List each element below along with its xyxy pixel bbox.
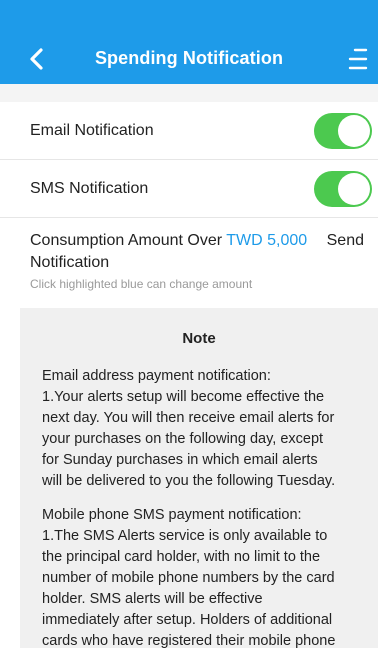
note-panel: Note Email address payment notification:…: [20, 308, 378, 648]
sms-notification-toggle[interactable]: [314, 171, 372, 207]
note-line: for Sunday purchases in which email aler…: [42, 452, 318, 468]
note-line: the principal card holder, with no limit…: [42, 549, 321, 565]
amount-line2: Notification: [30, 254, 110, 271]
email-note-paragraph: Email address payment notification: 1.Yo…: [42, 366, 372, 492]
amount-suffix: Send: [326, 232, 364, 249]
app-header: Spending Notification: [0, 0, 378, 84]
section-divider: [0, 84, 378, 102]
email-notification-toggle[interactable]: [314, 113, 372, 149]
note-line: Mobile phone SMS payment notification:: [42, 507, 302, 523]
note-line: cards who have registered their mobile p…: [42, 633, 336, 648]
note-line: 1.Your alerts setup will become effectiv…: [42, 389, 325, 405]
note-line: 1.The SMS Alerts service is only availab…: [42, 528, 328, 544]
note-line: Email address payment notification:: [42, 368, 271, 384]
toggle-knob: [338, 173, 370, 205]
page-title: Spending Notification: [94, 48, 284, 68]
note-line: holder. SMS alerts will be effective: [42, 591, 263, 607]
amount-hint: Click highlighted blue can change amount: [30, 277, 253, 291]
consumption-amount-setting: Consumption Amount Over TWD 5,000 Send N…: [30, 230, 370, 274]
amount-prefix: Consumption Amount Over: [30, 232, 223, 249]
menu-icon: [348, 48, 368, 70]
sms-notification-label: SMS Notification: [30, 180, 149, 197]
note-line: your purchases on the following day, exc…: [42, 431, 324, 447]
email-notification-row: Email Notification: [0, 102, 378, 160]
note-line: next day. You will then receive email al…: [42, 410, 335, 426]
toggle-knob: [338, 115, 370, 147]
note-line: immediately after setup. Holders of addi…: [42, 612, 333, 628]
note-title: Note: [182, 330, 216, 347]
email-notification-label: Email Notification: [30, 122, 154, 139]
menu-button[interactable]: [346, 44, 370, 74]
note-line: will be delivered to you the following T…: [42, 473, 336, 489]
amount-value-link[interactable]: TWD 5,000: [226, 232, 307, 249]
sms-notification-row: SMS Notification: [0, 160, 378, 218]
note-line: number of mobile phone numbers by the ca…: [42, 570, 335, 586]
sms-note-paragraph: Mobile phone SMS payment notification: 1…: [42, 505, 372, 648]
